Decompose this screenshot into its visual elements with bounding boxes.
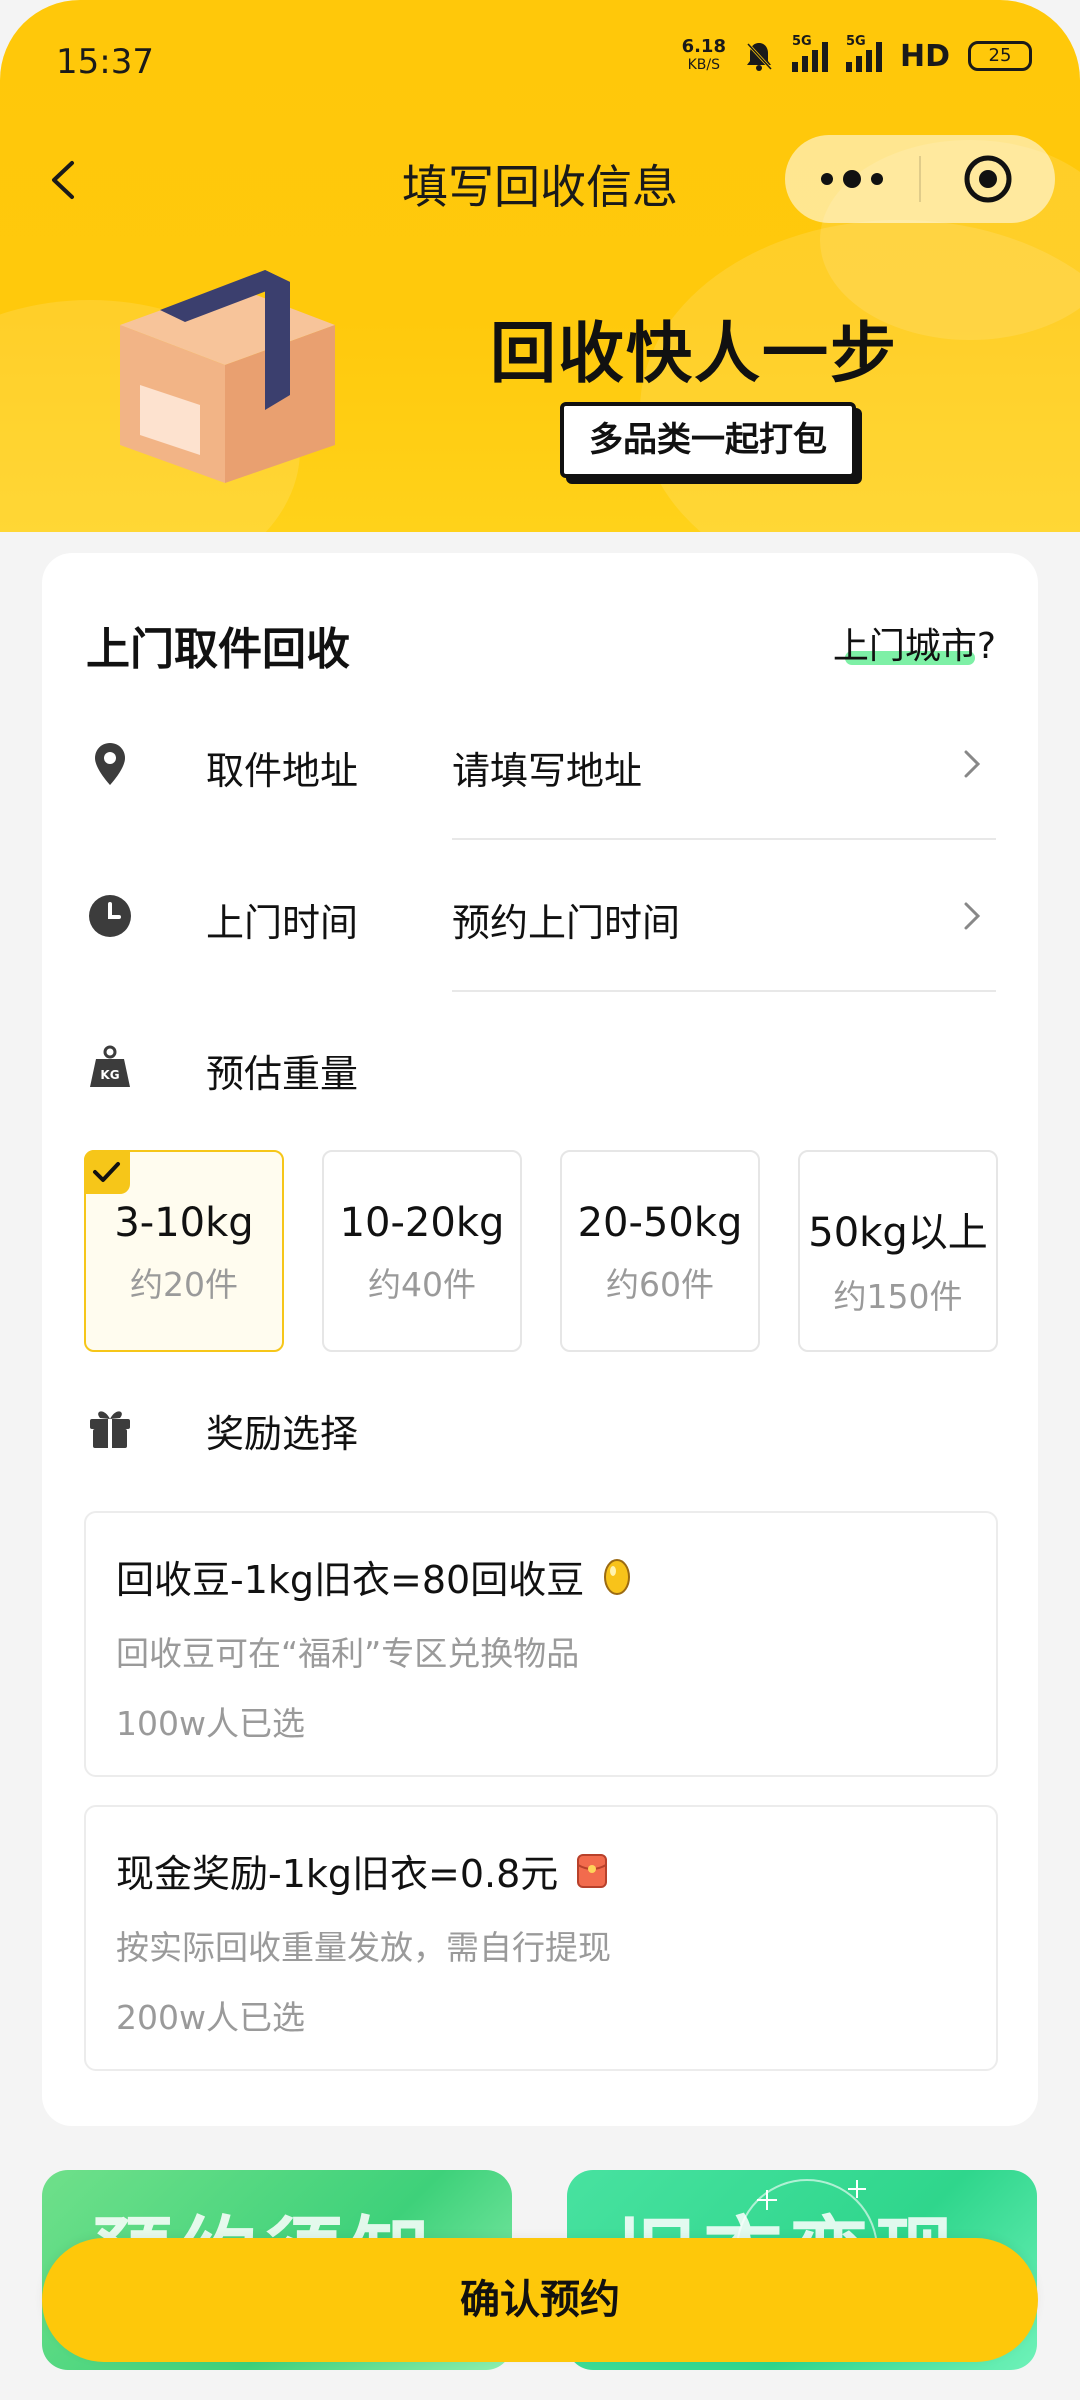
- checkmark-icon: [84, 1150, 130, 1194]
- weight-kg-icon: KG: [90, 1045, 130, 1087]
- status-icons: 6.18 KB/S 5G 5G HD 25: [681, 34, 1032, 74]
- mini-program-capsule: [785, 135, 1055, 223]
- reward-option-cash[interactable]: 现金奖励-1kg旧衣=0.8元 按实际回收重量发放，需自行提现 200w人已选: [84, 1805, 998, 2071]
- reward-option-beans[interactable]: 回收豆-1kg旧衣=80回收豆 回收豆可在“福利”专区兑换物品 100w人已选: [84, 1511, 998, 1777]
- reward-desc: 按实际回收重量发放，需自行提现: [116, 1928, 611, 1967]
- item-count: 约20件: [130, 1265, 238, 1304]
- service-city-link[interactable]: 上门城市?: [833, 617, 996, 669]
- weight-row: KG 预估重量: [86, 993, 996, 1143]
- chevron-right-icon: [964, 902, 981, 930]
- weight-option-50kg-plus[interactable]: 50kg以上 约150件: [798, 1150, 998, 1352]
- signal-icon: 5G: [791, 34, 828, 72]
- pickup-time-label: 上门时间: [206, 901, 359, 945]
- header-banner: 15:37 6.18 KB/S 5G 5G HD 25 填写回收信息 回收快人一…: [0, 0, 1080, 532]
- weight-range: 10-20kg: [339, 1200, 505, 1246]
- reward-title: 回收豆-1kg旧衣=80回收豆: [116, 1549, 632, 1604]
- network-speed: 6.18 KB/S: [681, 36, 726, 74]
- bean-icon: [604, 1558, 631, 1595]
- package-box-icon: [120, 270, 335, 483]
- red-packet-icon: [577, 1853, 608, 1888]
- nav-bar: 填写回收信息: [0, 125, 1080, 235]
- item-count: 约40件: [368, 1265, 476, 1304]
- battery-icon: 25: [968, 41, 1032, 71]
- weight-option-10-20kg[interactable]: 10-20kg 约40件: [322, 1150, 522, 1352]
- reward-chosen-count: 100w人已选: [116, 1704, 305, 1743]
- clock-icon: [89, 895, 131, 937]
- pickup-time-input[interactable]: 预约上门时间: [452, 892, 680, 947]
- gift-icon: [90, 1411, 130, 1448]
- reward-desc: 回收豆可在“福利”专区兑换物品: [116, 1634, 580, 1673]
- status-bar: 15:37 6.18 KB/S 5G 5G HD 25: [0, 0, 1080, 125]
- reward-label: 奖励选择: [206, 1412, 359, 1456]
- divider: [452, 838, 996, 840]
- weight-options: 3-10kg 约20件 10-20kg 约40件 20-50kg 约60件 50…: [84, 1150, 998, 1352]
- hd-icon: HD: [899, 38, 950, 74]
- weight-option-20-50kg[interactable]: 20-50kg 约60件: [560, 1150, 760, 1352]
- address-input[interactable]: 请填写地址: [452, 740, 642, 795]
- item-count: 约150件: [833, 1277, 963, 1316]
- app-screen: 15:37 6.18 KB/S 5G 5G HD 25 填写回收信息 回收快人一…: [0, 0, 1080, 2400]
- pickup-card: 上门取件回收 上门城市? 取件地址 请填写地址 上门时间 预约上门时间 KG 预…: [42, 553, 1038, 2126]
- weight-range: 50kg以上: [808, 1210, 988, 1256]
- banner-tag: 多品类一起打包: [560, 402, 856, 478]
- address-row[interactable]: 取件地址 请填写地址: [86, 690, 996, 840]
- status-time: 15:37: [56, 42, 154, 82]
- section-title: 上门取件回收: [86, 624, 350, 675]
- signal-icon-2: 5G: [845, 34, 882, 72]
- weight-label: 预估重量: [206, 1052, 359, 1096]
- reward-title: 现金奖励-1kg旧衣=0.8元: [116, 1843, 608, 1898]
- svg-text:KG: KG: [100, 1068, 119, 1082]
- close-mini-program-icon[interactable]: [921, 153, 1055, 205]
- reward-row: 奖励选择: [86, 1353, 996, 1503]
- location-pin-icon: [95, 743, 125, 785]
- address-label: 取件地址: [206, 749, 359, 793]
- reward-chosen-count: 200w人已选: [116, 1998, 305, 2037]
- weight-range: 3-10kg: [114, 1200, 254, 1246]
- divider: [452, 990, 996, 992]
- weight-range: 20-50kg: [577, 1200, 743, 1246]
- confirm-booking-button[interactable]: 确认预约: [42, 2238, 1038, 2362]
- mute-bell-icon: [746, 42, 773, 71]
- chevron-right-icon: [964, 750, 981, 778]
- item-count: 约60件: [606, 1265, 714, 1304]
- banner-slogan: 回收快人一步: [490, 315, 898, 392]
- weight-option-3-10kg[interactable]: 3-10kg 约20件: [84, 1150, 284, 1352]
- more-menu-icon[interactable]: [785, 135, 919, 223]
- pickup-time-row[interactable]: 上门时间 预约上门时间: [86, 842, 996, 992]
